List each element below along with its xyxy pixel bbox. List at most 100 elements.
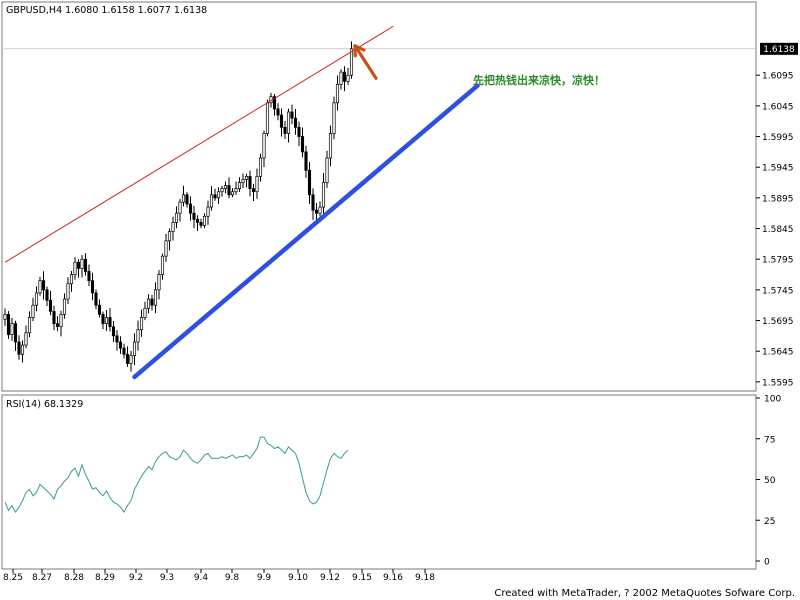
candle-body <box>339 71 343 85</box>
trend-annotations <box>4 25 480 380</box>
candle-body <box>125 353 130 364</box>
candle-body <box>251 188 256 193</box>
candle-body <box>108 317 112 328</box>
candle-body <box>80 258 84 269</box>
time-tick-label: 8.27 <box>32 573 52 583</box>
current-price-text: 1.6138 <box>763 45 795 55</box>
price-tick-label: 1.5945 <box>762 164 794 174</box>
rsi-tick-label: 100 <box>764 395 781 405</box>
time-tick-label: 9.15 <box>352 573 372 583</box>
price-tick-label: 1.5695 <box>762 317 794 327</box>
candle-body <box>220 188 224 193</box>
candle-body <box>118 341 123 349</box>
candle-body <box>115 335 119 343</box>
candle-body <box>279 114 284 128</box>
candle-body <box>234 188 238 193</box>
candle-body <box>192 212 196 220</box>
price-tick-label: 1.5645 <box>762 348 794 358</box>
candle-body <box>164 240 168 257</box>
candle-body <box>129 355 133 364</box>
price-tick-label: 1.5995 <box>762 133 794 143</box>
time-tick-label: 9.12 <box>320 573 340 583</box>
candle-body <box>213 194 217 199</box>
rsi-series-line <box>4 436 349 514</box>
price-chart-title: GBPUSD,H4 1.6080 1.6158 1.6077 1.6138 <box>6 5 207 16</box>
price-tick-label: 1.5845 <box>762 225 794 235</box>
candle-body <box>132 341 137 356</box>
price-tick-label: 1.5595 <box>762 378 794 388</box>
time-tick-label: 9.3 <box>160 573 174 583</box>
candle-body <box>153 289 158 306</box>
candle-body <box>318 206 322 214</box>
candle-body <box>13 323 18 343</box>
candle-body <box>237 182 242 190</box>
candle-body <box>41 280 46 291</box>
candle-body <box>83 258 88 272</box>
candle-body <box>195 218 200 223</box>
candle-body <box>321 182 326 208</box>
rsi-tick-label: 0 <box>764 558 770 568</box>
candle-body <box>27 317 32 334</box>
candle-body <box>87 271 91 282</box>
time-tick-label: 9.4 <box>194 573 209 583</box>
candle-body <box>188 203 193 214</box>
candle-body <box>258 157 263 177</box>
candle-body <box>346 74 350 82</box>
time-tick-label: 9.8 <box>225 573 240 583</box>
price-panel-frame <box>1 1 757 392</box>
price-axis: 1.6095 1.6045 1.5995 1.5945 1.5895 1.5845 1.57… <box>4 48 794 388</box>
candle-body <box>255 176 259 193</box>
candle-body <box>24 332 28 346</box>
price-panel: GBPUSD,H4 1.6080 1.6158 1.6077 1.6138 1.… <box>1 1 798 392</box>
candle-body <box>304 151 308 171</box>
candle-body <box>59 314 63 328</box>
candle-body <box>241 179 245 183</box>
candle-body <box>62 298 67 315</box>
candle-body <box>31 304 35 318</box>
candle-body <box>52 310 56 324</box>
candle-body <box>311 194 315 211</box>
candle-body <box>171 222 175 232</box>
candle-body <box>293 117 298 128</box>
candle-body <box>325 157 329 183</box>
time-tick-label: 9.18 <box>415 573 435 583</box>
price-tick-label: 1.6045 <box>762 102 794 112</box>
candlestick-series <box>3 41 354 372</box>
candle-body <box>66 283 70 300</box>
rsi-tick-label: 50 <box>764 476 776 486</box>
candle-body <box>206 206 210 217</box>
candle-body <box>73 261 77 275</box>
time-tick-label: 9.9 <box>257 573 272 583</box>
candle-body <box>10 323 14 335</box>
candle-body <box>174 212 179 223</box>
candle-body <box>157 274 161 291</box>
resistance-trendline <box>4 25 394 263</box>
candle-body <box>104 317 109 324</box>
candle-body <box>276 108 280 116</box>
candle-body <box>265 102 270 134</box>
candle-body <box>181 194 186 203</box>
candle-body <box>248 176 252 190</box>
candle-body <box>300 136 305 153</box>
candle-body <box>286 111 291 134</box>
candle-body <box>167 231 172 242</box>
chart-canvas: GBPUSD,H4 1.6080 1.6158 1.6077 1.6138 1.… <box>1 1 798 599</box>
candle-body <box>307 169 312 196</box>
candle-body <box>185 194 189 205</box>
candle-body <box>38 280 42 294</box>
candle-body <box>178 201 182 214</box>
candle-body <box>136 329 140 343</box>
candle-body <box>48 299 53 312</box>
candle-body <box>342 71 347 82</box>
candle-body <box>146 298 151 309</box>
candle-body <box>6 314 11 335</box>
candle-body <box>76 261 81 269</box>
rsi-panel: RSI(14) 68.1329 100 75 50 25 0 <box>1 394 781 570</box>
time-tick-label: 8.29 <box>95 573 115 583</box>
candle-body <box>160 255 165 275</box>
candle-body <box>223 185 228 190</box>
candle-body <box>3 314 7 320</box>
candle-body <box>97 304 102 315</box>
rsi-tick-label: 25 <box>764 517 775 527</box>
candle-body <box>349 48 354 76</box>
